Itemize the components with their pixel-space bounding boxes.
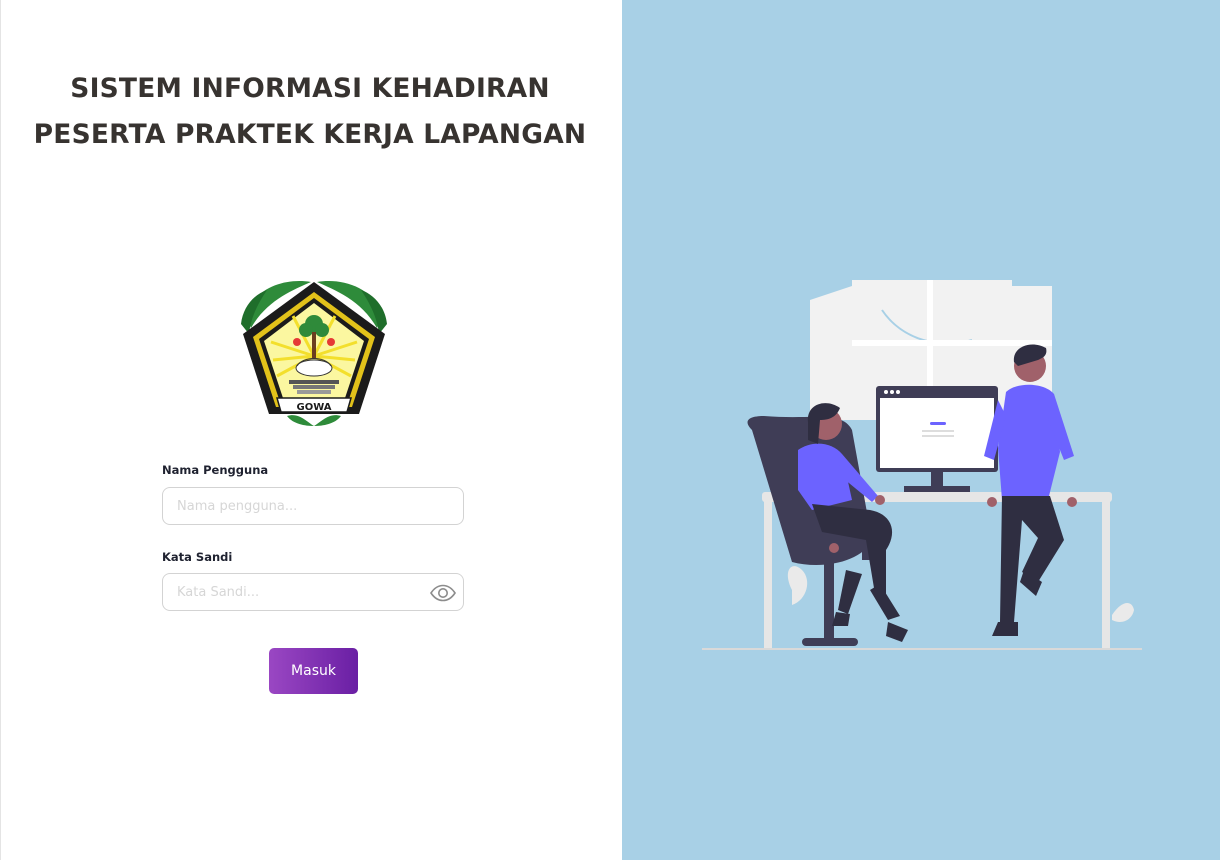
- office-illustration: [702, 270, 1142, 660]
- gowa-emblem-logo: GOWA: [237, 276, 391, 428]
- password-input[interactable]: [162, 573, 464, 611]
- page-title-line-2: PESERTA PRAKTEK KERJA LAPANGAN: [33, 119, 587, 150]
- page-title: SISTEM INFORMASI KEHADIRAN PESERTA PRAKT…: [1, 66, 619, 158]
- eye-icon: [430, 584, 456, 602]
- username-input[interactable]: [162, 487, 464, 525]
- illustration-panel: [622, 0, 1220, 860]
- login-button[interactable]: Masuk: [269, 648, 358, 694]
- logo-text: GOWA: [296, 402, 331, 413]
- show-password-toggle[interactable]: [427, 582, 459, 604]
- password-label: Kata Sandi: [162, 550, 233, 564]
- page-title-line-1: SISTEM INFORMASI KEHADIRAN: [70, 73, 550, 104]
- login-panel: SISTEM INFORMASI KEHADIRAN PESERTA PRAKT…: [0, 0, 622, 860]
- username-label: Nama Pengguna: [162, 463, 269, 477]
